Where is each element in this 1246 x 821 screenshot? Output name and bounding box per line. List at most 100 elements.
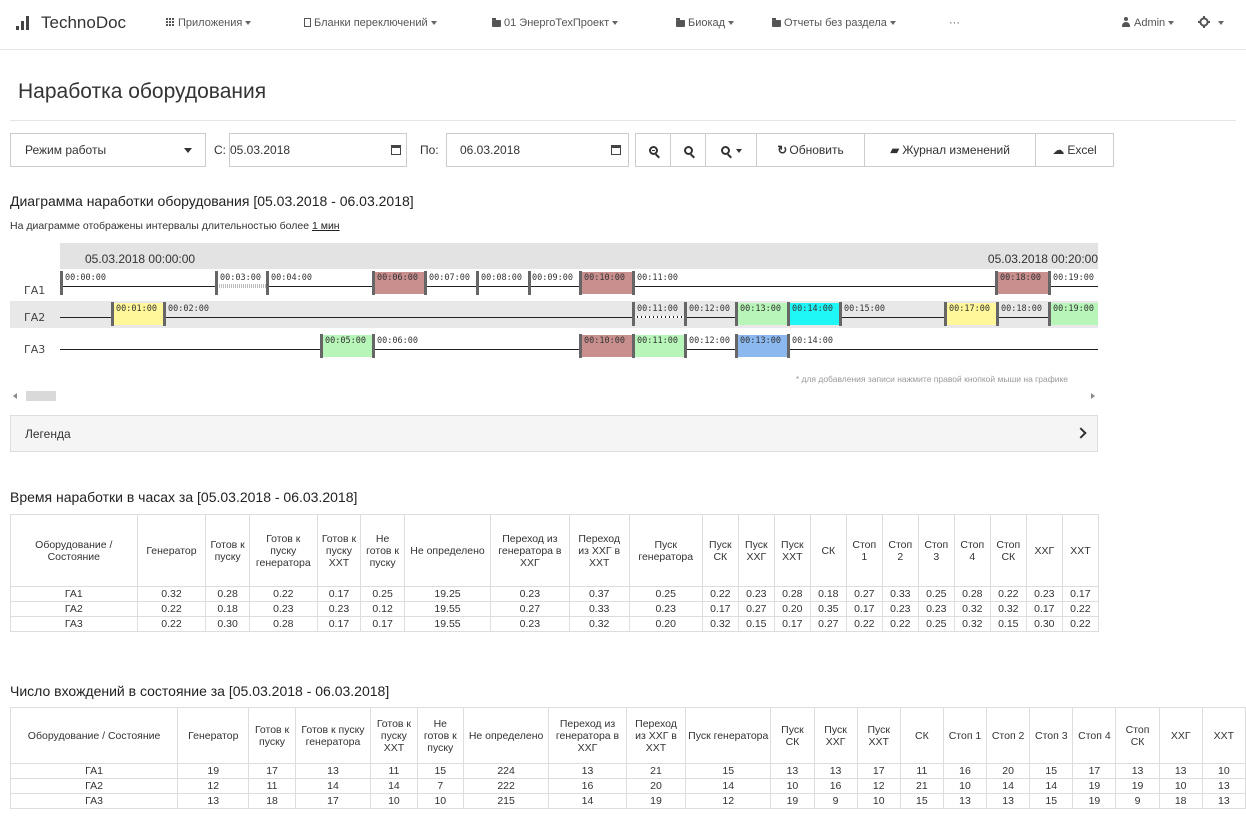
nav-biocad[interactable]: Биокад	[676, 17, 735, 29]
gantt-row-ga3[interactable]: ГА3 00:05:00 00:06:00 00:10:00 00:11:00 …	[10, 333, 1098, 363]
folder-icon	[676, 18, 685, 27]
date-to-input[interactable]: 06.03.2018	[446, 133, 629, 167]
zoom-out-button[interactable]	[670, 133, 706, 167]
value-cell: 14	[370, 778, 418, 794]
interval-marker	[944, 302, 947, 326]
mode-select[interactable]: Режим работы	[10, 133, 206, 167]
time-label: 00:07:00	[429, 273, 470, 283]
column-header: Пуск СК	[701, 514, 739, 587]
brand-logo[interactable]: TechnoDoc	[16, 13, 126, 33]
scroll-left-icon[interactable]	[13, 393, 17, 399]
interval-marker	[372, 271, 375, 295]
legend-panel[interactable]: Легенда	[10, 415, 1098, 452]
value-cell: 11	[370, 763, 418, 779]
value-cell: 12	[856, 778, 901, 794]
value-cell: 0.22	[136, 601, 207, 617]
value-cell: 10	[1158, 778, 1203, 794]
column-header: Готов к пуску генератора	[248, 514, 318, 587]
value-cell: 13	[942, 793, 988, 809]
column-header: Стоп 4	[1072, 707, 1117, 764]
time-label: 00:04:00	[271, 273, 312, 283]
gantt-chart[interactable]: 05.03.2018 00:00:00 05.03.2018 00:20:00 …	[10, 243, 1098, 405]
nav-energotechproekt[interactable]: 01 ЭнергоТехПроект	[492, 17, 619, 29]
value-cell: 0.22	[1061, 616, 1100, 632]
gantt-track[interactable]: 00:05:00 00:06:00 00:10:00 00:11:00 00:1…	[60, 333, 1098, 360]
value-cell: 15	[1029, 763, 1074, 779]
value-cell: 0.25	[360, 586, 405, 602]
nav-settings[interactable]	[1198, 16, 1224, 29]
time-label: 00:17:00	[949, 304, 990, 314]
zoom-menu-button[interactable]	[705, 133, 757, 167]
scroll-right-icon[interactable]	[1091, 393, 1095, 399]
interval-marker	[632, 334, 635, 358]
column-header: Переход из ХХГ в ХХТ	[568, 514, 630, 587]
calendar-icon[interactable]	[611, 145, 621, 155]
value-cell: 19	[1072, 778, 1117, 794]
nav-more[interactable]: ···	[949, 17, 960, 29]
time-label: 00:11:00	[637, 304, 678, 314]
value-cell: 14	[294, 778, 372, 794]
value-cell: 0.23	[490, 586, 570, 602]
changelog-button[interactable]: ▰ Журнал изменений	[864, 133, 1036, 167]
value-cell: 16	[942, 763, 988, 779]
interval-marker	[684, 302, 687, 326]
equipment-cell: ГА3	[9, 793, 179, 809]
count-table-title: Число вхождений в состояние за [05.03.20…	[10, 683, 390, 699]
value-cell: 0.32	[953, 616, 991, 632]
interval-marker	[163, 302, 166, 326]
nav-switch-forms[interactable]: Бланки переключений	[304, 17, 437, 29]
value-cell: 0.32	[568, 616, 630, 632]
nav-reports-no-section[interactable]: Отчеты без раздела	[772, 17, 896, 29]
value-cell: 21	[899, 778, 944, 794]
range-start-label: 05.03.2018 00:00:00	[85, 252, 196, 266]
value-cell: 215	[462, 793, 550, 809]
value-cell: 0.30	[1025, 616, 1063, 632]
value-cell: 0.28	[205, 586, 250, 602]
value-cell: 20	[625, 778, 687, 794]
value-cell: 19	[177, 763, 250, 779]
nav-applications[interactable]: Приложения	[166, 17, 252, 29]
gantt-scrollbar[interactable]	[10, 388, 1098, 403]
caret-down-icon	[1218, 21, 1224, 26]
value-cell: 224	[462, 763, 550, 779]
value-cell: 10	[416, 793, 464, 809]
gantt-row-ga2[interactable]: ГА2 00:01:00 00:02:00 00:11:00 00:12:00 …	[10, 301, 1098, 328]
column-header: Стоп 2	[986, 707, 1031, 764]
time-label: 00:06:00	[377, 273, 418, 283]
value-cell: 0.22	[881, 616, 919, 632]
interval-marker	[424, 271, 427, 295]
gantt-track[interactable]: 00:01:00 00:02:00 00:11:00 00:12:00 00:1…	[60, 301, 1098, 328]
gantt-header: 05.03.2018 00:00:00 05.03.2018 00:20:00	[60, 243, 1098, 269]
caret-down-icon	[612, 21, 619, 26]
column-header: Переход из ХХГ в ХХТ	[625, 707, 687, 764]
gantt-row-ga1[interactable]: ГА1 00:00:00 00:03:00 00:04:00 00:06:00 …	[10, 270, 1098, 297]
zoom-in-button[interactable]	[635, 133, 671, 167]
brand-name: TechnoDoc	[41, 13, 127, 32]
time-label: 00:02:00	[168, 304, 209, 314]
value-cell: 7	[416, 778, 464, 794]
column-header: ХХГ	[1025, 514, 1063, 587]
gantt-track[interactable]: 00:00:00 00:03:00 00:04:00 00:06:00 00:0…	[60, 270, 1098, 297]
date-from-input[interactable]: 05.03.2018	[229, 133, 407, 167]
column-header: Оборудование / Состояние	[10, 514, 138, 587]
excel-button[interactable]: ☁ Excel	[1035, 133, 1114, 167]
interval-link[interactable]: 1 мин	[312, 220, 340, 232]
value-cell: 0.17	[316, 616, 362, 632]
calendar-icon[interactable]	[391, 145, 401, 155]
column-header: Пуск ХХГ	[737, 514, 775, 587]
scrollbar-thumb[interactable]	[26, 391, 56, 401]
interval-marker	[995, 271, 998, 295]
column-header: Генератор	[136, 514, 207, 587]
value-cell: 0.32	[701, 616, 739, 632]
value-cell: 19.55	[403, 616, 492, 632]
value-cell: 9	[813, 793, 858, 809]
nav-user-menu[interactable]: Admin	[1121, 17, 1175, 29]
column-header: Не готов к пуску	[416, 707, 464, 764]
value-cell: 0.28	[773, 586, 811, 602]
value-cell: 0.32	[136, 586, 207, 602]
value-cell: 14	[986, 778, 1031, 794]
value-cell: 0.22	[248, 586, 318, 602]
value-cell: 0.27	[845, 586, 883, 602]
refresh-button[interactable]: ↻ Обновить	[756, 133, 865, 167]
value-cell: 16	[813, 778, 858, 794]
